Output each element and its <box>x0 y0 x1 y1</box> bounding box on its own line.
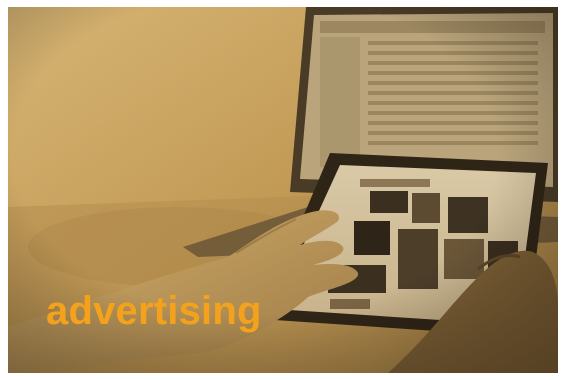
advertising-caption: advertising <box>46 289 262 333</box>
hero-image-frame: advertising <box>8 7 558 373</box>
